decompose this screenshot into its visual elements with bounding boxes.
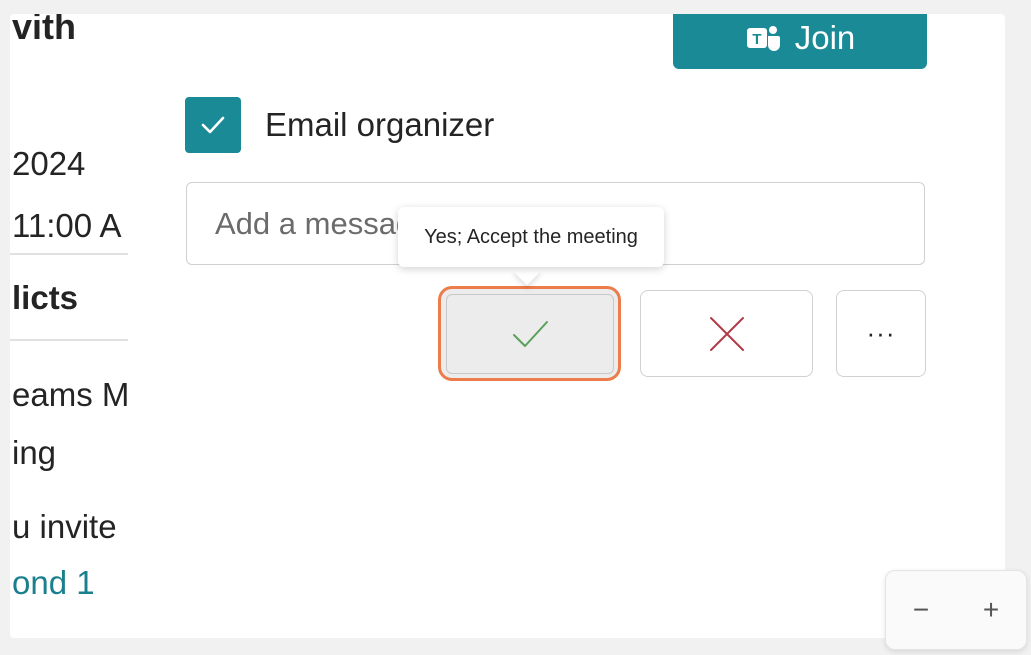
meeting-time: 11:00 A [12,207,122,244]
more-options-button[interactable]: ··· [836,290,926,377]
checkmark-icon [201,116,225,134]
close-icon [709,316,744,351]
accept-button[interactable] [438,286,621,381]
teams-icon: T [745,22,781,54]
respond-link[interactable]: ond 1 [12,564,95,602]
checkmark-icon [512,320,548,347]
svg-text:T: T [752,31,761,48]
invite-text: u invite [12,508,117,545]
divider [10,253,128,255]
zoom-out-button[interactable]: − [905,594,937,626]
conflicts-heading: licts [12,279,79,316]
zoom-in-button[interactable]: + [975,594,1007,626]
meeting-details-panel: vith 2024 11:00 A licts eams M ing u inv… [10,14,1005,638]
meeting-date: 2024 [12,145,86,182]
meeting-title: vith [12,14,77,47]
divider [10,339,128,341]
accept-button-body [445,293,614,374]
more-icon: ··· [866,318,896,348]
join-button[interactable]: T Join [673,14,927,69]
email-organizer-label: Email organizer [265,106,495,143]
meeting-type-line2: ing [12,434,57,471]
decline-button[interactable] [640,290,813,377]
accept-tooltip: Yes; Accept the meeting [398,207,664,267]
zoom-controls: − + [885,570,1027,650]
join-button-label: Join [794,18,856,56]
email-organizer-checkbox[interactable] [185,97,241,153]
meeting-type-line1: eams M [12,376,130,413]
